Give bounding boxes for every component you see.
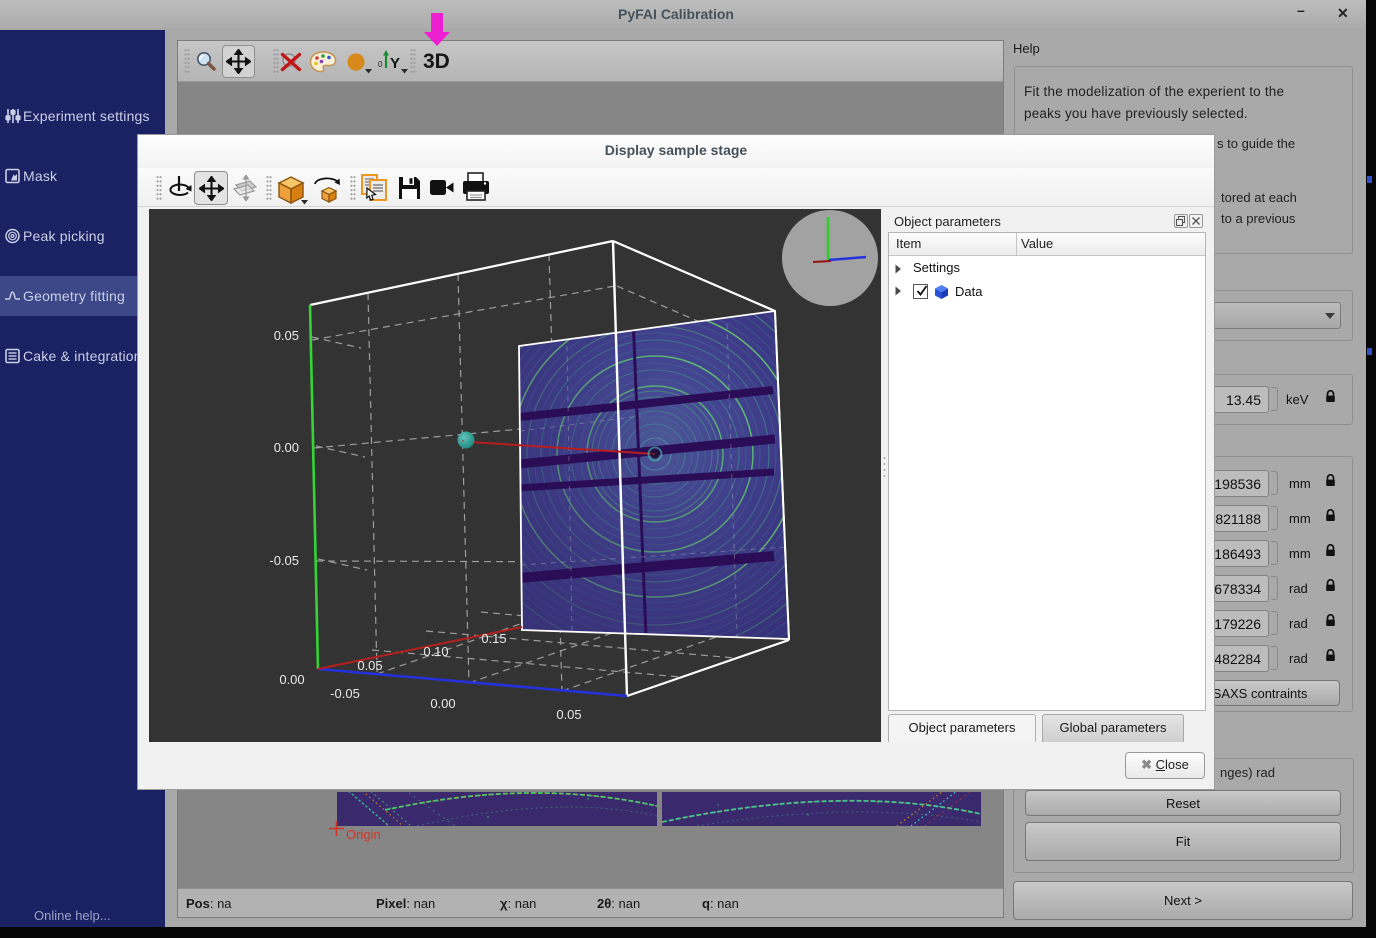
svg-text:0.00: 0.00: [279, 672, 304, 687]
svg-text:0.05: 0.05: [274, 328, 299, 343]
svg-text:0.15: 0.15: [481, 631, 506, 646]
svg-text:0.10: 0.10: [423, 644, 448, 659]
svg-text:0: 0: [378, 60, 383, 69]
svg-text:0.05: 0.05: [357, 658, 382, 673]
svg-text:-0.05: -0.05: [330, 686, 360, 701]
svg-text:-0.05: -0.05: [269, 553, 299, 568]
svg-text:0.05: 0.05: [556, 707, 581, 722]
svg-text:0.00: 0.00: [274, 440, 299, 455]
svg-text:0.00: 0.00: [430, 696, 455, 711]
svg-text:Y: Y: [390, 55, 400, 72]
